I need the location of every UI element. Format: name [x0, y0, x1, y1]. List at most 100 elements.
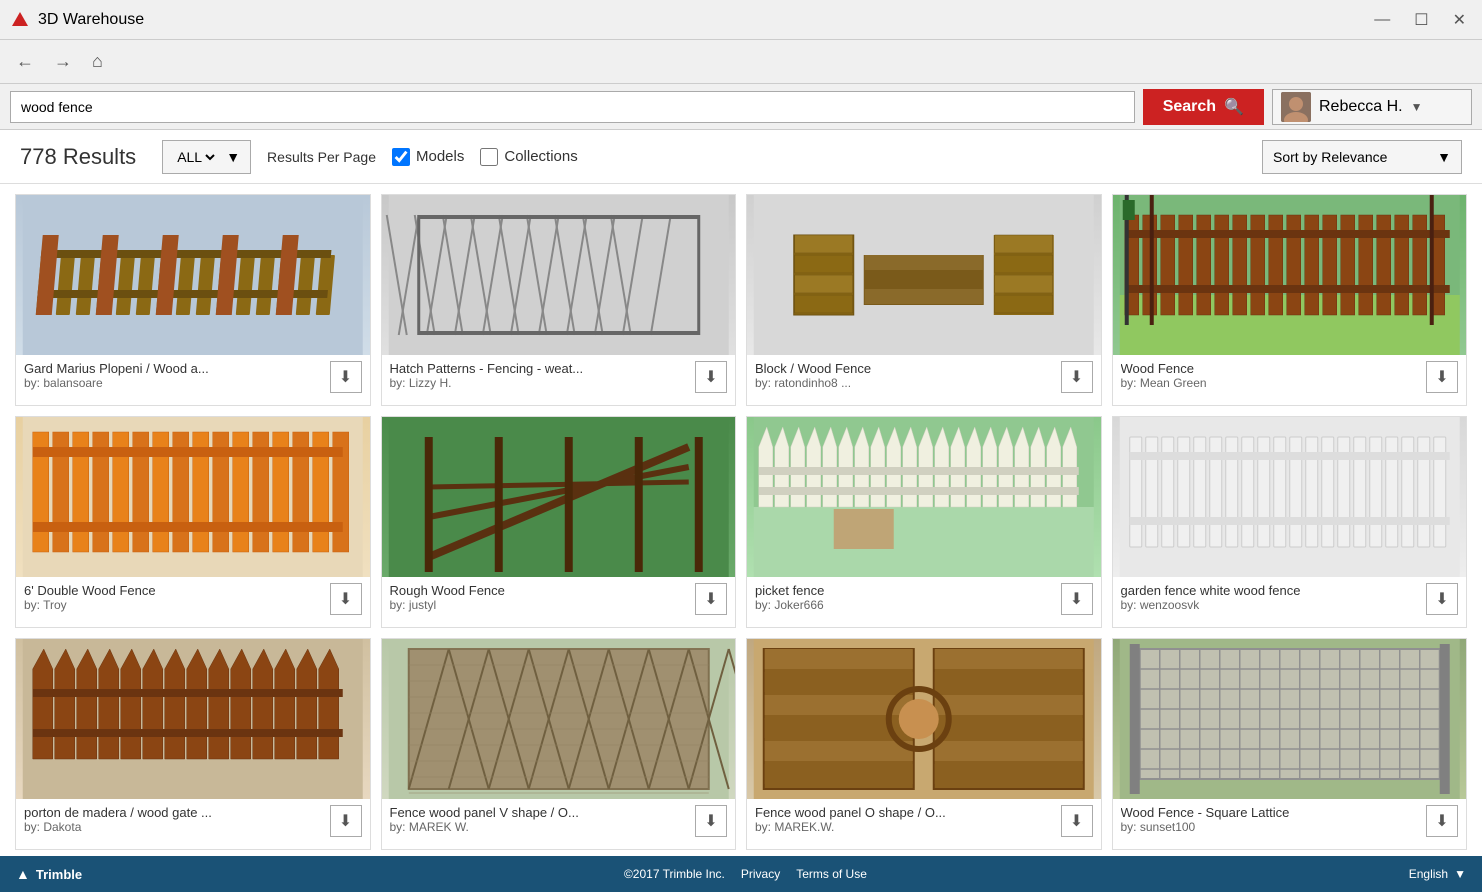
- card-image: [747, 417, 1101, 577]
- results-count: 778 Results: [20, 144, 136, 170]
- search-button[interactable]: Search 🔍: [1143, 89, 1264, 125]
- model-card[interactable]: Gard Marius Plopeni / Wood a... by: bala…: [15, 194, 371, 406]
- card-footer: Rough Wood Fence by: justyl ⬇: [382, 577, 736, 627]
- results-per-page-label: Results Per Page: [267, 149, 376, 165]
- card-title: Fence wood panel O shape / O...: [755, 805, 1005, 820]
- collections-label: Collections: [504, 148, 577, 165]
- download-icon: ⬇: [1435, 811, 1448, 831]
- home-button[interactable]: ⌂: [86, 49, 109, 74]
- card-title: Hatch Patterns - Fencing - weat...: [390, 361, 640, 376]
- card-info: Hatch Patterns - Fencing - weat... by: L…: [390, 361, 696, 390]
- download-button[interactable]: ⬇: [1426, 361, 1458, 393]
- models-grid: Gard Marius Plopeni / Wood a... by: bala…: [15, 194, 1467, 850]
- model-card[interactable]: Fence wood panel O shape / O... by: MARE…: [746, 638, 1102, 850]
- download-button[interactable]: ⬇: [1061, 361, 1093, 393]
- filter-all-dropdown[interactable]: ALL ▼: [162, 140, 251, 174]
- card-image: [16, 195, 370, 355]
- download-icon: ⬇: [1070, 367, 1083, 387]
- model-card[interactable]: Rough Wood Fence by: justyl ⬇: [381, 416, 737, 628]
- card-footer: picket fence by: Joker666 ⬇: [747, 577, 1101, 627]
- download-icon: ⬇: [1435, 367, 1448, 387]
- collections-checkbox[interactable]: [480, 148, 498, 166]
- download-icon: ⬇: [1435, 589, 1448, 609]
- card-info: Wood Fence - Square Lattice by: sunset10…: [1121, 805, 1427, 834]
- card-footer: Wood Fence by: Mean Green ⬇: [1113, 355, 1467, 405]
- model-card[interactable]: Hatch Patterns - Fencing - weat... by: L…: [381, 194, 737, 406]
- download-button[interactable]: ⬇: [330, 361, 362, 393]
- card-image: [382, 195, 736, 355]
- model-card[interactable]: porton de madera / wood gate ... by: Dak…: [15, 638, 371, 850]
- download-button[interactable]: ⬇: [1426, 805, 1458, 837]
- card-title: Block / Wood Fence: [755, 361, 1005, 376]
- footer-left: ▲ Trimble: [16, 866, 82, 882]
- download-icon: ⬇: [704, 589, 717, 609]
- card-info: Rough Wood Fence by: justyl: [390, 583, 696, 612]
- filter-all-select[interactable]: ALL: [173, 148, 218, 166]
- models-checkbox[interactable]: [392, 148, 410, 166]
- card-image: [382, 417, 736, 577]
- card-image: [16, 417, 370, 577]
- language-dropdown-arrow-icon: ▼: [1454, 867, 1466, 881]
- card-image: [747, 195, 1101, 355]
- searchbar: Search 🔍 Rebecca H. ▼: [0, 84, 1482, 130]
- minimize-button[interactable]: —: [1368, 8, 1396, 32]
- card-footer: porton de madera / wood gate ... by: Dak…: [16, 799, 370, 849]
- model-card[interactable]: 6' Double Wood Fence by: Troy ⬇: [15, 416, 371, 628]
- card-author: by: Lizzy H.: [390, 376, 696, 390]
- card-author: by: Troy: [24, 598, 330, 612]
- privacy-link[interactable]: Privacy: [741, 867, 780, 881]
- user-area[interactable]: Rebecca H. ▼: [1272, 89, 1472, 125]
- search-input[interactable]: [10, 91, 1135, 123]
- card-info: Fence wood panel V shape / O... by: MARE…: [390, 805, 696, 834]
- card-info: Fence wood panel O shape / O... by: MARE…: [755, 805, 1061, 834]
- model-card[interactable]: Fence wood panel V shape / O... by: MARE…: [381, 638, 737, 850]
- navbar: ← → ⌂: [0, 40, 1482, 84]
- card-title: picket fence: [755, 583, 1005, 598]
- model-card[interactable]: picket fence by: Joker666 ⬇: [746, 416, 1102, 628]
- model-card[interactable]: Block / Wood Fence by: ratondinho8 ... ⬇: [746, 194, 1102, 406]
- card-author: by: Dakota: [24, 820, 330, 834]
- card-image: [747, 639, 1101, 799]
- card-title: Wood Fence: [1121, 361, 1371, 376]
- titlebar: 3D Warehouse — ☐ ✕: [0, 0, 1482, 40]
- card-image: [1113, 639, 1467, 799]
- copyright: ©2017 Trimble Inc.: [624, 867, 725, 881]
- model-card[interactable]: Wood Fence by: Mean Green ⬇: [1112, 194, 1468, 406]
- search-icon: 🔍: [1224, 97, 1244, 117]
- download-button[interactable]: ⬇: [1426, 583, 1458, 615]
- sort-dropdown[interactable]: Sort by Relevance ▼: [1262, 140, 1462, 174]
- download-button[interactable]: ⬇: [1061, 805, 1093, 837]
- app-title: 3D Warehouse: [38, 11, 144, 29]
- card-author: by: justyl: [390, 598, 696, 612]
- back-button[interactable]: ←: [10, 49, 40, 74]
- download-icon: ⬇: [1070, 589, 1083, 609]
- card-image: [1113, 417, 1467, 577]
- card-title: Wood Fence - Square Lattice: [1121, 805, 1371, 820]
- download-button[interactable]: ⬇: [330, 583, 362, 615]
- forward-button[interactable]: →: [48, 49, 78, 74]
- card-title: Fence wood panel V shape / O...: [390, 805, 640, 820]
- terms-link[interactable]: Terms of Use: [796, 867, 867, 881]
- card-title: porton de madera / wood gate ...: [24, 805, 274, 820]
- avatar: [1281, 92, 1311, 122]
- download-icon: ⬇: [704, 367, 717, 387]
- download-button[interactable]: ⬇: [695, 361, 727, 393]
- app-logo-icon: [10, 10, 30, 30]
- card-author: by: ratondinho8 ...: [755, 376, 1061, 390]
- card-footer: Fence wood panel V shape / O... by: MARE…: [382, 799, 736, 849]
- card-footer: 6' Double Wood Fence by: Troy ⬇: [16, 577, 370, 627]
- download-button[interactable]: ⬇: [695, 583, 727, 615]
- download-button[interactable]: ⬇: [695, 805, 727, 837]
- maximize-button[interactable]: ☐: [1408, 8, 1434, 32]
- collections-checkbox-area: Collections: [480, 148, 577, 166]
- card-info: Wood Fence by: Mean Green: [1121, 361, 1427, 390]
- model-card[interactable]: garden fence white wood fence by: wenzoo…: [1112, 416, 1468, 628]
- card-author: by: MAREK W.: [390, 820, 696, 834]
- close-button[interactable]: ✕: [1447, 8, 1472, 32]
- footer-center: ©2017 Trimble Inc. Privacy Terms of Use: [624, 867, 867, 881]
- filters-bar: 778 Results ALL ▼ Results Per Page Model…: [0, 130, 1482, 184]
- model-card[interactable]: Wood Fence - Square Lattice by: sunset10…: [1112, 638, 1468, 850]
- download-button[interactable]: ⬇: [1061, 583, 1093, 615]
- card-footer: Block / Wood Fence by: ratondinho8 ... ⬇: [747, 355, 1101, 405]
- download-button[interactable]: ⬇: [330, 805, 362, 837]
